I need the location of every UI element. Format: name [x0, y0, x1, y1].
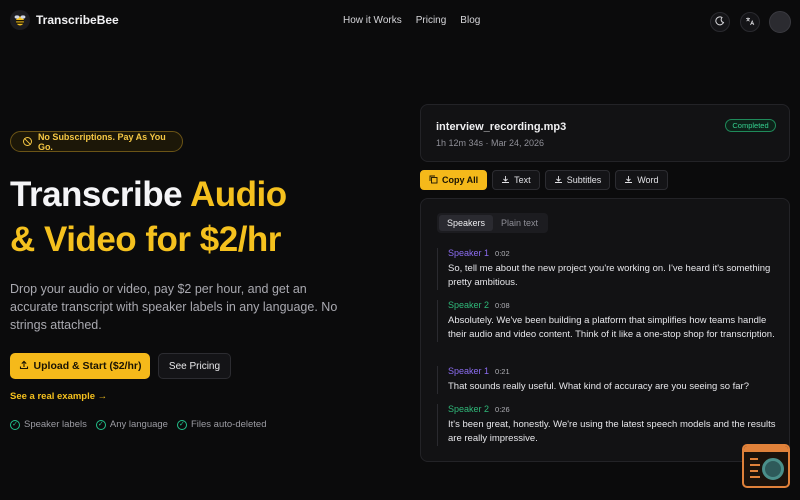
segment-text: It's been great, honestly. We're using t…	[448, 419, 776, 444]
speaker-label: Speaker 2	[448, 300, 490, 310]
export-toolbar: Copy All Text Subtitles Word	[420, 170, 668, 190]
timestamp[interactable]: 0:21	[495, 367, 510, 376]
subtitles-label: Subtitles	[566, 175, 602, 185]
feature-item: ✓ Files auto-deleted	[176, 419, 267, 430]
hero-subtext: Drop your audio or video, pay $2 per hou…	[10, 282, 338, 332]
download-icon	[624, 175, 633, 186]
download-icon	[554, 175, 563, 186]
check-circle-icon: ✓	[10, 419, 20, 430]
headline-accent-1: Audio	[189, 175, 287, 214]
timestamp[interactable]: 0:08	[495, 301, 510, 310]
upload-button-label: Upload & Start ($2/hr)	[33, 360, 142, 372]
speaker-label: Speaker 2	[448, 404, 490, 414]
timestamp[interactable]: 0:02	[495, 249, 510, 258]
copy-all-button[interactable]: Copy All	[420, 170, 488, 190]
check-circle-icon: ✓	[176, 419, 187, 430]
transcript-tabs: Speakers Plain text	[437, 213, 549, 233]
brand-logo[interactable]: TranscribeBee	[10, 10, 119, 30]
file-name: interview_recording.mp3	[436, 121, 567, 133]
upload-icon	[19, 360, 29, 373]
feature-list: ✓ Speaker labels ✓ Any language ✓ Files …	[10, 419, 267, 430]
nav-how-it-works[interactable]: How it Works	[343, 15, 402, 26]
check-circle-icon: ✓	[95, 419, 106, 430]
pricing-badge: No Subscriptions. Pay As You Go.	[10, 131, 183, 152]
hero-headline: Transcribe Audio & Video for $2/hr	[10, 172, 390, 262]
tab-plain-text[interactable]: Plain text	[493, 215, 546, 231]
moon-icon	[715, 16, 725, 28]
headline-plain: Transcribe	[10, 175, 190, 214]
download-text-button[interactable]: Text	[492, 170, 540, 190]
speaker-label: Speaker 1	[448, 248, 490, 258]
transcript-segment: Speaker 2 0:26 It's been great, honestly…	[437, 404, 777, 446]
segment-text: Absolutely. We've been building a platfo…	[448, 315, 775, 340]
status-badge: Completed	[725, 119, 776, 132]
timestamp[interactable]: 0:26	[495, 405, 510, 414]
language-button[interactable]	[740, 12, 760, 32]
avatar[interactable]	[769, 11, 791, 33]
download-icon	[501, 175, 510, 186]
text-label: Text	[514, 175, 531, 185]
bee-icon	[10, 10, 30, 30]
download-subtitles-button[interactable]: Subtitles	[544, 170, 611, 190]
segment-text: That sounds really useful. What kind of …	[448, 381, 749, 392]
devtools-widget-icon[interactable]	[742, 444, 790, 488]
theme-toggle-button[interactable]	[710, 12, 730, 32]
feature-label: Any language	[109, 419, 168, 430]
transcript-panel: Speakers Plain text Speaker 1 0:02 So, t…	[420, 198, 790, 462]
see-example-link[interactable]: See a real example →	[10, 391, 107, 402]
see-pricing-label: See Pricing	[168, 360, 221, 372]
transcript-segment: Speaker 1 0:21 That sounds really useful…	[437, 366, 777, 394]
feature-label: Files auto-deleted	[190, 419, 267, 430]
word-label: Word	[637, 175, 659, 185]
upload-start-button[interactable]: Upload & Start ($2/hr)	[10, 353, 150, 379]
main-nav: How it Works Pricing Blog	[343, 15, 480, 26]
brand-name: TranscribeBee	[36, 13, 119, 27]
top-header: TranscribeBee How it Works Pricing Blog	[0, 0, 800, 42]
nav-pricing[interactable]: Pricing	[416, 15, 447, 26]
copy-all-label: Copy All	[442, 175, 479, 185]
segment-text: So, tell me about the new project you're…	[448, 263, 771, 288]
file-meta: 1h 12m 34s · Mar 24, 2026	[436, 138, 545, 148]
speaker-label: Speaker 1	[448, 366, 490, 376]
feature-item: ✓ Speaker labels	[10, 419, 87, 430]
headline-accent-2: & Video for $2/hr	[10, 220, 281, 259]
feature-item: ✓ Any language	[95, 419, 168, 430]
tab-speakers[interactable]: Speakers	[439, 215, 494, 231]
see-pricing-button[interactable]: See Pricing	[158, 353, 231, 379]
download-word-button[interactable]: Word	[615, 170, 668, 190]
transcript-segment: Speaker 2 0:08 Absolutely. We've been bu…	[437, 300, 777, 342]
translate-icon	[745, 16, 755, 28]
feature-label: Speaker labels	[24, 419, 87, 430]
transcript-segment: Speaker 1 0:02 So, tell me about the new…	[437, 248, 777, 290]
nav-blog[interactable]: Blog	[460, 15, 480, 26]
copy-icon	[429, 175, 438, 186]
no-subscription-icon	[23, 137, 32, 146]
file-card: interview_recording.mp3 1h 12m 34s · Mar…	[420, 104, 790, 162]
badge-text: No Subscriptions. Pay As You Go.	[37, 131, 166, 152]
